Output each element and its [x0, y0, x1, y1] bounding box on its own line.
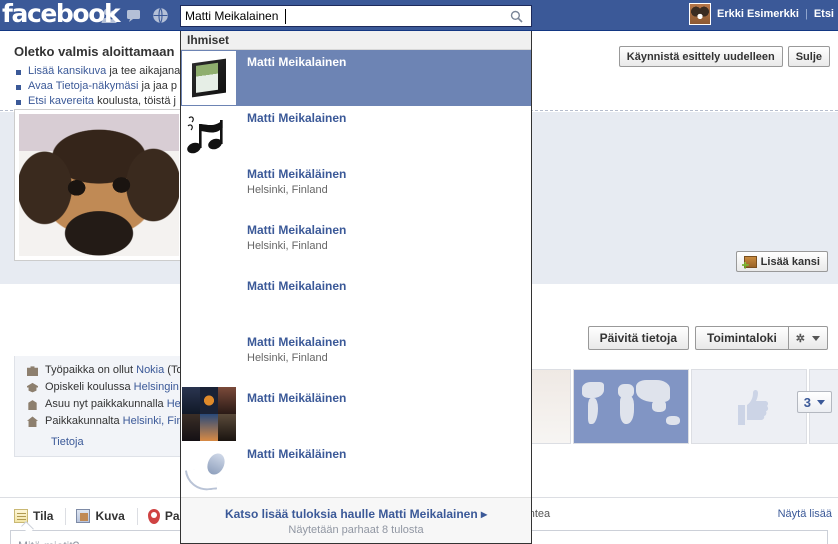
default-silhouette — [182, 275, 236, 329]
chevron-right-icon: ▸ — [481, 507, 488, 521]
map-tile[interactable]: Kartta 2 — [573, 369, 689, 444]
gear-icon: ✲ — [795, 332, 805, 345]
tab-status-label: Tila — [33, 509, 54, 523]
welcome-buttons: Käynnistä esittely uudelleen Sulje — [618, 46, 830, 67]
text-caret — [285, 9, 286, 24]
dropdown-section-header: Ihmiset — [181, 31, 531, 50]
search-result-row[interactable]: Matti Meikäläinen Helsinki, Finland — [181, 162, 531, 218]
search-result-row[interactable]: Matti Meikalainen — [181, 274, 531, 330]
list-item: Lisää kansikuva ja tee aikajana — [14, 65, 180, 77]
search-result-row[interactable]: Matti Meikäläinen — [181, 386, 531, 442]
welcome-link[interactable]: Lisää kansikuva — [28, 65, 106, 77]
notifications-icon[interactable] — [152, 7, 169, 24]
profile-action-buttons: Päivitä tietoja Toimintaloki ✲ — [587, 326, 828, 350]
music-notes-photo — [182, 107, 236, 161]
friend-requests-icon[interactable] — [100, 7, 117, 24]
welcome-link[interactable]: Avaa Tietoja-näkymäsi — [28, 80, 138, 92]
result-name: Matti Meikalainen — [247, 111, 347, 125]
user-name-label[interactable]: Erkki Esimerkki — [717, 8, 799, 20]
black-photo — [182, 163, 236, 217]
settings-menu-button[interactable]: ✲ — [787, 326, 828, 350]
welcome-suffix: koulusta, töistä j — [94, 95, 176, 107]
search-nav-link[interactable]: Etsi — [814, 8, 834, 20]
search-box[interactable] — [180, 5, 532, 27]
close-button[interactable]: Sulje — [787, 46, 830, 67]
search-result-row[interactable]: Matti Meikäläinen — [181, 442, 531, 498]
search-input[interactable] — [181, 6, 503, 26]
facebook-profile-page: facebook Erkki — [0, 0, 838, 544]
list-item: Etsi kavereita koulusta, töistä j — [14, 95, 180, 107]
result-name: Matti Meikalainen — [247, 335, 347, 349]
search-button[interactable] — [502, 6, 531, 26]
place-icon — [147, 508, 160, 524]
world-map-image — [574, 370, 688, 443]
result-name: Matti Meikäläinen — [247, 391, 347, 405]
result-name: Matti Meikäläinen — [247, 447, 347, 461]
user-separator: | — [804, 8, 808, 20]
add-cover-label: Lisää kansi — [760, 255, 820, 268]
photo-collage — [182, 387, 236, 441]
tab-photo-label: Kuva — [95, 509, 125, 523]
see-more-results-link[interactable]: Katso lisää tuloksia haulle Matti Meikal… — [181, 507, 531, 521]
welcome-title: Oletko valmis aloittamaan — [14, 44, 175, 59]
welcome-suffix: ja tee aikajana — [106, 65, 181, 77]
dropdown-footer[interactable]: Katso lisää tuloksia haulle Matti Meikal… — [181, 497, 531, 543]
chevron-down-icon — [812, 335, 820, 341]
avatar[interactable] — [689, 3, 711, 25]
welcome-suffix: ja jaa p — [138, 80, 177, 92]
search-result-row[interactable]: Matti Meikalainen — [181, 106, 531, 162]
see-more-label: Katso lisää tuloksia haulle Matti Meikal… — [224, 507, 478, 521]
result-name: Matti Meikäläinen — [247, 167, 347, 181]
activity-log-group: Toimintaloki ✲ — [695, 326, 828, 350]
waterfall-frame-photo — [182, 51, 236, 105]
result-location: Helsinki, Finland — [247, 184, 328, 196]
messages-icon[interactable] — [126, 7, 143, 24]
restart-tour-button[interactable]: Käynnistä esittely uudelleen — [618, 46, 783, 67]
chevron-down-icon — [817, 399, 825, 405]
default-silhouette — [182, 219, 236, 273]
tile-count-value: 3 — [803, 394, 811, 410]
top-navigation-bar: facebook Erkki — [0, 0, 838, 31]
update-info-button[interactable]: Päivitä tietoja — [587, 326, 689, 350]
result-location: Helsinki, Finland — [247, 352, 328, 364]
search-result-row[interactable]: Matti Meikalainen Helsinki, Finland — [181, 218, 531, 274]
status-placeholder: Mitä mietit? — [18, 539, 79, 544]
composer-tabs: Tila Kuva Pa — [10, 504, 192, 528]
welcome-task-list: Lisää kansikuva ja tee aikajana Avaa Tie… — [14, 65, 180, 110]
nav-icon-group — [100, 7, 169, 24]
tile-count-badge[interactable]: 3 — [796, 391, 832, 413]
list-item: Avaa Tietoja-näkymäsi ja jaa p — [14, 80, 180, 92]
welcome-link[interactable]: Etsi kavereita — [28, 95, 94, 107]
results-count-label: Näytetään parhaat 8 tulosta — [288, 524, 424, 536]
search-result-row[interactable]: Matti Meikalainen — [181, 50, 531, 106]
show-more-link[interactable]: Näytä lisää — [778, 508, 832, 520]
search-icon — [510, 10, 523, 23]
default-silhouette — [182, 331, 236, 385]
likes-tile[interactable]: Tykkäämiset — [691, 369, 807, 444]
add-cover-icon — [743, 255, 757, 268]
search-result-row[interactable]: Matti Meikalainen Helsinki, Finland — [181, 330, 531, 386]
search-typeahead-dropdown: Ihmiset Matti Meikalainen Matti Meikalai… — [180, 31, 532, 544]
profile-picture[interactable] — [14, 109, 184, 261]
thumbs-up-icon — [692, 370, 806, 443]
tab-photo[interactable]: Kuva — [66, 509, 136, 523]
user-menu[interactable]: Erkki Esimerkki | Etsi — [689, 3, 834, 25]
tab-place-label: Pa — [164, 509, 180, 523]
sperm-photo — [182, 443, 236, 497]
result-name: Matti Meikalainen — [247, 279, 347, 293]
tab-status[interactable]: Tila — [10, 509, 65, 523]
activity-log-button[interactable]: Toimintaloki — [695, 326, 788, 350]
result-name: Matti Meikalainen — [247, 55, 347, 69]
result-name: Matti Meikalainen — [247, 223, 347, 237]
result-location: Helsinki, Finland — [247, 240, 328, 252]
add-cover-button[interactable]: Lisää kansi — [735, 251, 828, 272]
profile-photo-image — [19, 114, 179, 256]
photo-icon — [76, 509, 91, 523]
